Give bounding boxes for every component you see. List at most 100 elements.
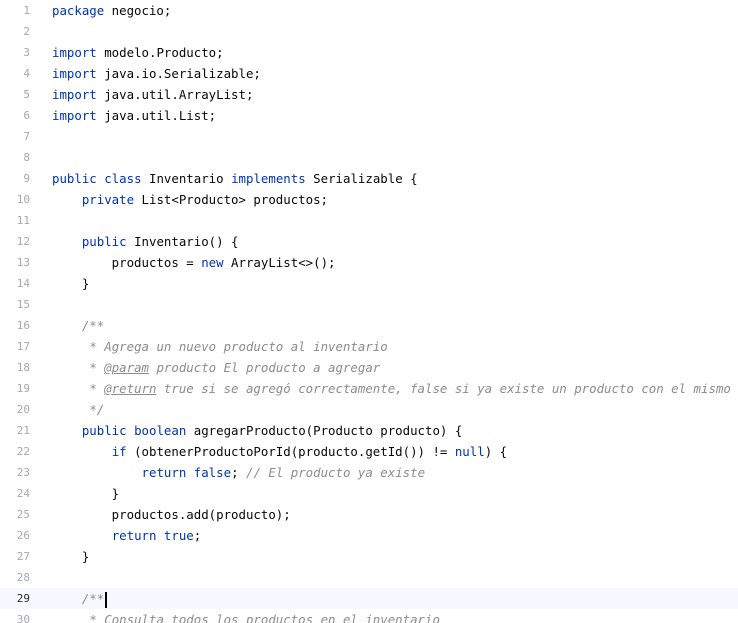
text-caret xyxy=(105,591,107,608)
code-line[interactable]: 23 return false; // El producto ya exist… xyxy=(0,462,738,483)
code-text[interactable]: return true; xyxy=(52,525,202,546)
code-line[interactable]: 22 if (obtenerProductoPorId(producto.get… xyxy=(0,441,738,462)
keyword-token: false xyxy=(193,465,232,480)
keyword-token: implements xyxy=(231,171,306,186)
code-line[interactable]: 19 * @return true si se agregó correctam… xyxy=(0,378,738,399)
code-line[interactable]: 27 } xyxy=(0,546,738,567)
code-line[interactable]: 28 xyxy=(0,567,738,588)
code-text[interactable]: import java.io.Serializable; xyxy=(52,63,261,84)
code-text[interactable]: } xyxy=(52,273,89,294)
code-line[interactable]: 11 xyxy=(0,210,738,231)
code-token: ArrayList<>(); xyxy=(223,255,336,270)
code-text[interactable]: package negocio; xyxy=(52,0,171,21)
line-number: 3 xyxy=(23,46,30,59)
code-line[interactable]: 3 import modelo.Producto; xyxy=(0,42,738,63)
line-number: 26 xyxy=(16,529,30,542)
comment-token: * xyxy=(89,360,105,375)
code-line[interactable]: 30 * Consulta todos los productos en el … xyxy=(0,609,738,623)
code-token: ) { xyxy=(484,444,508,459)
code-line[interactable]: 14 } xyxy=(0,273,738,294)
code-line[interactable]: 10 private List<Producto> productos; xyxy=(0,189,738,210)
line-number: 30 xyxy=(16,613,30,623)
comment-token: true si se agregó correctamente, false s… xyxy=(156,381,738,396)
code-line[interactable]: 6 import java.util.List; xyxy=(0,105,738,126)
code-text[interactable]: public Inventario() { xyxy=(52,231,239,252)
line-number: 7 xyxy=(23,130,30,143)
keyword-token: true xyxy=(163,528,194,543)
code-token: productos.add(producto); xyxy=(52,507,291,522)
code-text[interactable]: * @return true si se agregó correctament… xyxy=(52,378,738,399)
code-editor[interactable]: 1 package negocio; 2 3 import modelo.Product… xyxy=(0,0,738,623)
code-line[interactable]: 20 */ xyxy=(0,399,738,420)
comment-token: * xyxy=(89,381,105,396)
code-line[interactable]: 24 } xyxy=(0,483,738,504)
code-token: } xyxy=(52,276,90,291)
code-line[interactable]: 26 return true; xyxy=(0,525,738,546)
code-text[interactable]: public boolean agregarProducto(Producto … xyxy=(52,420,462,441)
code-line[interactable]: 21 public boolean agregarProducto(Produc… xyxy=(0,420,738,441)
comment-token: /** xyxy=(81,318,105,333)
line-number: 12 xyxy=(16,235,30,248)
code-text[interactable]: return false; // El producto ya existe xyxy=(52,462,426,483)
code-text[interactable]: productos = new ArrayList<>(); xyxy=(52,252,336,273)
line-number: 22 xyxy=(16,445,30,458)
code-line[interactable]: 5 import java.util.ArrayList; xyxy=(0,84,738,105)
code-line[interactable]: 1 package negocio; xyxy=(0,0,738,21)
code-text[interactable]: productos.add(producto); xyxy=(52,504,291,525)
line-number: 4 xyxy=(23,67,30,80)
code-token: productos = xyxy=(52,255,202,270)
code-text[interactable]: * @param producto El producto a agregar xyxy=(52,357,380,378)
comment-token: /** xyxy=(81,591,105,606)
code-text[interactable]: } xyxy=(52,483,119,504)
code-token: } xyxy=(52,486,120,501)
line-number: 11 xyxy=(16,214,30,227)
code-text[interactable]: import java.util.List; xyxy=(52,105,216,126)
code-line[interactable]: 29 /** xyxy=(0,588,738,609)
code-text[interactable]: private List<Producto> productos; xyxy=(52,189,328,210)
code-token: Inventario xyxy=(141,171,232,186)
code-text[interactable]: */ xyxy=(52,399,104,420)
code-line[interactable]: 12 public Inventario() { xyxy=(0,231,738,252)
code-text[interactable]: } xyxy=(52,546,89,567)
line-number: 14 xyxy=(16,277,30,290)
code-line[interactable]: 9 public class Inventario implements Seri… xyxy=(0,168,738,189)
code-text[interactable]: /** xyxy=(52,588,107,609)
code-line[interactable]: 15 xyxy=(0,294,738,315)
code-line[interactable]: 8 xyxy=(0,147,738,168)
code-text[interactable]: import java.util.ArrayList; xyxy=(52,84,253,105)
line-number: 29 xyxy=(16,592,30,605)
javadoc-tag-token: @return xyxy=(104,381,157,396)
code-line[interactable]: 2 xyxy=(0,21,738,42)
code-token: agregarProducto(Producto producto) { xyxy=(186,423,463,438)
code-line[interactable]: 17 * Agrega un nuevo producto al inventa… xyxy=(0,336,738,357)
keyword-token: import xyxy=(52,108,97,123)
keyword-token: null xyxy=(454,444,485,459)
code-text[interactable]: import modelo.Producto; xyxy=(52,42,224,63)
line-number: 18 xyxy=(16,361,30,374)
code-text[interactable]: * Agrega un nuevo producto al inventario xyxy=(52,336,387,357)
code-line[interactable]: 4 import java.io.Serializable; xyxy=(0,63,738,84)
code-token: negocio; xyxy=(104,3,172,18)
keyword-token: if xyxy=(111,444,127,459)
code-text[interactable]: * Consulta todos los productos en el inv… xyxy=(52,609,440,623)
keyword-token: new xyxy=(201,255,224,270)
code-line[interactable]: 16 /** xyxy=(0,315,738,336)
code-token: } xyxy=(52,549,90,564)
code-line[interactable]: 13 productos = new ArrayList<>(); xyxy=(0,252,738,273)
code-line[interactable]: 7 xyxy=(0,126,738,147)
code-text[interactable]: if (obtenerProductoPorId(producto.getId(… xyxy=(52,441,507,462)
code-line[interactable]: 25 productos.add(producto); xyxy=(0,504,738,525)
code-line[interactable]: 18 * @param producto El producto a agreg… xyxy=(0,357,738,378)
code-token: java.util.ArrayList; xyxy=(96,87,254,102)
keyword-token: import xyxy=(52,45,97,60)
code-text[interactable]: /** xyxy=(52,315,104,336)
code-text[interactable]: public class Inventario implements Seria… xyxy=(52,168,418,189)
